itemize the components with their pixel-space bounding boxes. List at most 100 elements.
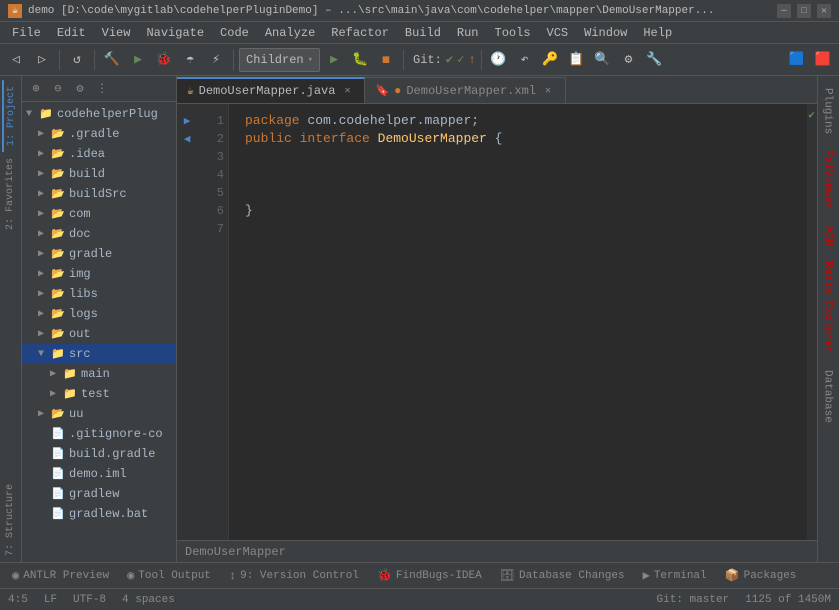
toolbar-forward[interactable]: ▷ [30, 48, 54, 72]
tab-demousermapper-java[interactable]: ☕ DemoUserMapper.java ✕ [177, 77, 365, 103]
menu-item-vcs[interactable]: VCS [539, 24, 577, 42]
list-item[interactable]: ▶ 📂 .gradle [22, 124, 176, 144]
folder-icon: 📂 [50, 146, 66, 162]
bottom-tab-antlr[interactable]: ◉ ANTLR Preview [4, 566, 117, 585]
run-config-dropdown[interactable]: Children ▾ [239, 48, 320, 72]
current-filename: DemoUserMapper [185, 545, 286, 559]
menu-item-file[interactable]: File [4, 24, 49, 42]
menu-item-run[interactable]: Run [449, 24, 487, 42]
git-arrow-icon: ↑ [468, 53, 475, 67]
bottom-tab-findbugs[interactable]: 🐞 FindBugs-IDEA [369, 566, 490, 585]
list-item[interactable]: ▶ 📂 logs [22, 304, 176, 324]
java-file-icon: ☕ [187, 84, 194, 98]
maximize-button[interactable]: □ [797, 4, 811, 18]
toolbar-more2[interactable]: ⚙ [617, 48, 641, 72]
rvtab-psiviewer[interactable]: PsiViewer [820, 142, 838, 217]
menu-item-build[interactable]: Build [397, 24, 449, 42]
toolbar-settings[interactable]: 🔑 [539, 48, 563, 72]
rvtab-database[interactable]: Database [820, 362, 838, 431]
menu-item-help[interactable]: Help [635, 24, 680, 42]
vtab-favorites[interactable]: 2: Favorites [3, 152, 18, 236]
list-item[interactable]: ▶ 📂 gradle [22, 244, 176, 264]
toolbar-build[interactable]: 🔨 [100, 48, 124, 72]
toolbar-more1[interactable]: 📋 [565, 48, 589, 72]
code-content[interactable]: package com.codehelper.mapper; public in… [229, 104, 807, 540]
rvtab-asm[interactable]: ASM [820, 218, 838, 254]
rvtab-redis[interactable]: Redis Explorer [820, 253, 838, 361]
window-controls[interactable]: ─ □ ✕ [777, 4, 831, 18]
toolbar-time[interactable]: 🕐 [487, 48, 511, 72]
minimize-button[interactable]: ─ [777, 4, 791, 18]
list-item[interactable]: ▶ 📂 build [22, 164, 176, 184]
toolbar-refresh[interactable]: ↺ [65, 48, 89, 72]
rvtab-plugins[interactable]: Plugins [820, 80, 838, 142]
sidebar-btn-settings[interactable]: ⚙ [70, 79, 90, 99]
bottom-tab-packages[interactable]: 📦 Packages [717, 566, 805, 585]
gutter-arrow-right[interactable]: ▶ [179, 112, 195, 130]
tree-root[interactable]: ▼ 📁 codehelperPlug [22, 104, 176, 124]
menu-item-code[interactable]: Code [212, 24, 257, 42]
tree-item-label: src [69, 347, 91, 361]
list-item[interactable]: 📄 gradlew.bat [22, 504, 176, 524]
toolbar-icon1[interactable]: 🟦 [785, 48, 809, 72]
toolbar-search[interactable]: 🔍 [591, 48, 615, 72]
menu-item-analyze[interactable]: Analyze [257, 24, 323, 42]
menu-item-view[interactable]: View [94, 24, 139, 42]
list-item[interactable]: ▶ 📂 .idea [22, 144, 176, 164]
toolbar-profile[interactable]: ⚡ [204, 48, 228, 72]
toolbar-undo[interactable]: ↶ [513, 48, 537, 72]
toolbar-back[interactable]: ◁ [4, 48, 28, 72]
toolbar-stop[interactable]: ◼ [374, 48, 398, 72]
list-item[interactable]: ▶ 📂 com [22, 204, 176, 224]
bottom-tab-tooloutput[interactable]: ◉ Tool Output [119, 566, 219, 585]
bottom-tab-terminal[interactable]: ▶ Terminal [635, 566, 715, 585]
tab-close-button[interactable]: ✕ [340, 84, 354, 98]
folder-arrow-icon: ▶ [38, 148, 50, 160]
close-button[interactable]: ✕ [817, 4, 831, 18]
list-item[interactable]: 📄 demo.iml [22, 464, 176, 484]
vtab-structure[interactable]: 7: Structure [3, 478, 18, 562]
line-number: 3 [197, 148, 224, 166]
folder-arrow-icon: ▶ [38, 408, 50, 420]
list-item[interactable]: ▶ 📁 test [22, 384, 176, 404]
list-item[interactable]: ▶ 📂 libs [22, 284, 176, 304]
gutter-arrow-left[interactable]: ◀ [179, 130, 195, 148]
menu-item-refactor[interactable]: Refactor [323, 24, 397, 42]
tab-close-button[interactable]: ✕ [541, 84, 555, 98]
menu-item-tools[interactable]: Tools [487, 24, 539, 42]
list-item[interactable]: ▶ 📁 main [22, 364, 176, 384]
sidebar-btn-expand[interactable]: ⊕ [26, 79, 46, 99]
list-item[interactable]: 📄 .gitignore-co [22, 424, 176, 444]
toolbar-more3[interactable]: 🔧 [643, 48, 667, 72]
list-item[interactable]: ▶ 📂 buildSrc [22, 184, 176, 204]
toolbar-coverage[interactable]: ☂ [178, 48, 202, 72]
menu-item-edit[interactable]: Edit [49, 24, 94, 42]
list-item[interactable]: 📄 build.gradle [22, 444, 176, 464]
list-item[interactable]: ▼ 📁 src [22, 344, 176, 364]
list-item[interactable]: ▶ 📂 doc [22, 224, 176, 244]
menu-item-navigate[interactable]: Navigate [138, 24, 212, 42]
bottom-tab-label: ANTLR Preview [23, 570, 109, 582]
vtab-project[interactable]: 1: Project [2, 80, 19, 152]
menu-item-window[interactable]: Window [576, 24, 635, 42]
toolbar-debug[interactable]: 🐞 [152, 48, 176, 72]
toolbar-run[interactable]: ▶ [126, 48, 150, 72]
tab-demousermapper-xml[interactable]: 🔖 ● DemoUserMapper.xml ✕ [365, 77, 566, 103]
toolbar-icon2[interactable]: 🟥 [811, 48, 835, 72]
git-checkmark-icon: ✔ [446, 52, 453, 67]
list-item[interactable]: 📄 gradlew [22, 484, 176, 504]
folder-arrow-icon: ▶ [38, 228, 50, 240]
tab-modified-indicator: ● [394, 84, 401, 98]
list-item[interactable]: ▶ 📂 img [22, 264, 176, 284]
list-item[interactable]: ▶ 📂 out [22, 324, 176, 344]
folder-arrow-icon: ▶ [38, 208, 50, 220]
status-line-ending: LF [44, 594, 57, 606]
toolbar-debug2[interactable]: 🐛 [348, 48, 372, 72]
bottom-tab-vcs[interactable]: ↕ 9: Version Control [221, 567, 367, 585]
toolbar-run2[interactable]: ▶ [322, 48, 346, 72]
sidebar-btn-collapse[interactable]: ⊖ [48, 79, 68, 99]
list-item[interactable]: ▶ 📂 uu [22, 404, 176, 424]
bottom-tab-dbchanges[interactable]: 🗄 Database Changes [492, 566, 633, 585]
sidebar-btn-gear[interactable]: ⋮ [92, 79, 112, 99]
folder-blue-icon: 📁 [62, 366, 78, 382]
